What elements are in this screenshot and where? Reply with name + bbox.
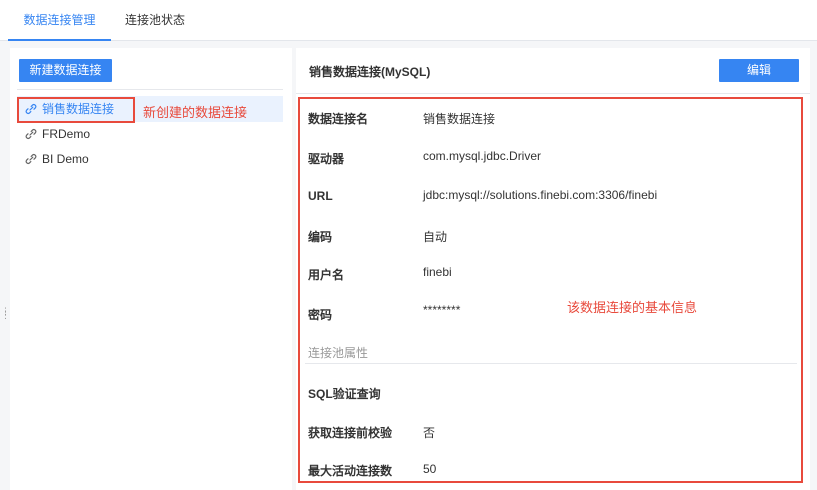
field-label-validate-before-get: 获取连接前校验 (308, 426, 393, 440)
field-value-driver: com.mysql.jdbc.Driver (423, 149, 542, 163)
divider (296, 93, 810, 94)
tab-bar: 数据连接管理 连接池状态 (0, 0, 817, 41)
connection-item-label: BI Demo (42, 152, 89, 166)
field-label-password: 密码 (308, 308, 333, 322)
tab-connection-management[interactable]: 数据连接管理 (8, 0, 111, 41)
field-value-encoding: 自动 (423, 230, 448, 244)
field-value-validate-before-get: 否 (423, 426, 436, 440)
new-connection-button[interactable]: 新建数据连接 (19, 59, 112, 82)
annotation-basic-info: 该数据连接的基本信息 (567, 300, 698, 315)
field-label-connection-name: 数据连接名 (308, 112, 369, 126)
field-label-username: 用户名 (308, 268, 345, 282)
field-value-username: finebi (423, 265, 452, 279)
field-label-encoding: 编码 (308, 230, 333, 244)
detail-title: 销售数据连接(MySQL) (309, 65, 431, 79)
connection-item-frdemo[interactable]: FRDemo (17, 121, 283, 147)
divider (305, 363, 797, 364)
field-value-connection-name: 销售数据连接 (423, 112, 496, 126)
divider (17, 89, 283, 90)
field-value-url: jdbc:mysql://solutions.finebi.com:3306/f… (423, 188, 658, 202)
panel-splitter-handle[interactable]: ⋮ ⋮ (1, 307, 10, 320)
edit-button[interactable]: 编辑 (719, 59, 799, 82)
field-label-max-active: 最大活动连接数 (308, 464, 393, 478)
tab-pool-status[interactable]: 连接池状态 (125, 0, 185, 41)
annotation-new-connection: 新创建的数据连接 (143, 105, 248, 120)
field-label-driver: 驱动器 (308, 152, 345, 166)
connection-item-bidemo[interactable]: BI Demo (17, 146, 283, 172)
link-icon (25, 128, 37, 140)
field-value-max-active: 50 (423, 462, 437, 476)
link-icon (25, 153, 37, 165)
field-label-sql-validation: SQL验证查询 (308, 387, 381, 401)
pool-section-header: 连接池属性 (308, 346, 369, 360)
annotation-highlight-box (17, 97, 135, 123)
field-label-url: URL (308, 189, 333, 203)
field-value-password: ******** (423, 303, 461, 317)
connection-item-label: FRDemo (42, 127, 91, 141)
